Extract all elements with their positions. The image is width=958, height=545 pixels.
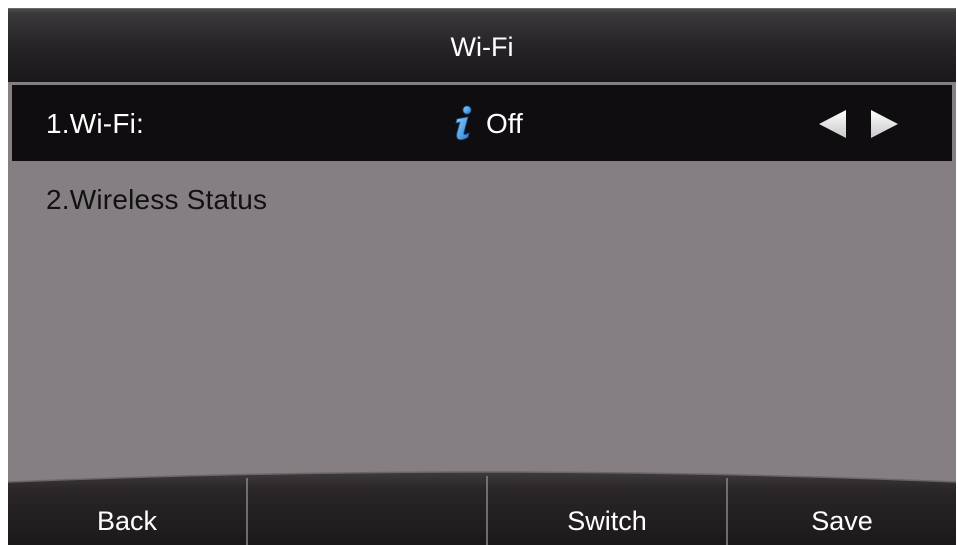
menu-item-wireless-status[interactable]: 2.Wireless Status: [12, 161, 952, 237]
info-icon: [455, 105, 472, 141]
softkey-label: Switch: [567, 506, 647, 536]
arrow-right-icon[interactable]: [870, 109, 900, 139]
menu-item-label: 2.Wireless Status: [46, 184, 268, 215]
softkey-label: Save: [811, 506, 873, 536]
save-button[interactable]: Save: [728, 470, 956, 545]
phone-screen: Wi-Fi 1.Wi-Fi: Off 2.Wireless Status Bac…: [8, 8, 956, 545]
menu-item-label: 1.Wi-Fi:: [46, 108, 145, 139]
menu-item-wifi[interactable]: 1.Wi-Fi: Off: [12, 85, 952, 161]
empty-softkey[interactable]: [248, 470, 486, 545]
page-title: Wi-Fi: [450, 32, 514, 62]
softkey-bar: Back Switch Save: [8, 470, 956, 545]
back-button[interactable]: Back: [8, 470, 246, 545]
switch-button[interactable]: Switch: [488, 470, 726, 545]
softkey-label: Back: [96, 506, 158, 536]
arrow-left-icon[interactable]: [817, 109, 847, 139]
title-bar: Wi-Fi: [8, 8, 956, 82]
wifi-value: Off: [486, 108, 523, 139]
